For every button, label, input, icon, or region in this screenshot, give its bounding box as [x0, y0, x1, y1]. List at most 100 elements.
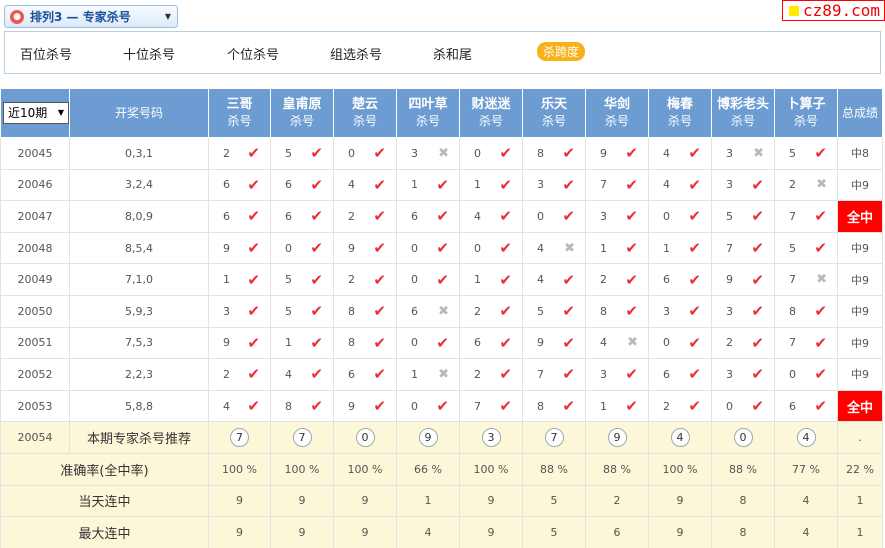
expert-sub-label: 杀号 — [289, 114, 314, 128]
check-icon: ✔ — [436, 175, 449, 194]
expert-name: 博彩老头 — [716, 97, 769, 112]
kill-cell: 2 ✔ — [585, 263, 649, 296]
menu-item-span[interactable]: 杀跨度 — [537, 42, 586, 61]
menu-item-hundreds[interactable]: 百位杀号 — [20, 44, 72, 63]
kill-cell: 6 ✔ — [208, 200, 271, 233]
kill-number: 4 — [663, 178, 670, 192]
kill-cell: 9 ✔ — [711, 263, 775, 296]
period-cell: 20053 — [0, 389, 70, 423]
expert-name: 梅春 — [666, 97, 693, 112]
kill-number: 5 — [789, 146, 796, 160]
stat-cell: 100 % — [459, 452, 523, 486]
recommend-number: 4 — [670, 428, 690, 448]
expert-header: 乐天 杀号 — [522, 88, 586, 138]
kill-number: 7 — [537, 367, 544, 381]
kill-cell: 5 ✔ — [774, 137, 838, 170]
period-cell: 20051 — [0, 326, 70, 360]
stat-cell: 6 — [585, 516, 649, 548]
draw-cell: 5,9,3 — [69, 294, 209, 328]
kill-cell: 1 ✔ — [396, 168, 460, 202]
kill-number: 9 — [537, 336, 544, 350]
expert-header: 梅春 杀号 — [648, 88, 712, 138]
kill-number: 2 — [348, 209, 355, 223]
check-icon: ✔ — [499, 333, 512, 352]
stat-label: 准确率(全中率) — [0, 452, 209, 486]
total-header: 总成绩 — [837, 88, 883, 138]
menu-item-tens[interactable]: 十位杀号 — [123, 44, 175, 63]
kill-cell: 7 ✖ — [774, 263, 838, 296]
check-icon: ✔ — [562, 270, 575, 289]
kill-cell: 6 ✔ — [774, 389, 838, 423]
kill-cell: 6 ✔ — [270, 200, 334, 233]
expert-header: 博彩老头 杀号 — [711, 88, 775, 138]
check-icon: ✔ — [499, 207, 512, 226]
kill-number: 5 — [285, 273, 292, 287]
table-row: 20048 8,5,4 9 ✔ 0 ✔ 9 ✔ 0 ✔ 0 ✔ 4 ✖ 1 ✔ 1 ✔ 7 ✔ 5 ✔ 中9 — [0, 231, 883, 265]
kill-number: 6 — [474, 336, 481, 350]
stat-cell: 9 — [648, 484, 712, 518]
menu-item-group[interactable]: 组选杀号 — [330, 44, 382, 63]
kill-cell: 5 ✔ — [270, 294, 334, 328]
kill-cell: 1 ✔ — [585, 231, 649, 265]
kill-cell: 6 ✔ — [208, 168, 271, 202]
check-icon: ✔ — [625, 397, 638, 416]
table-row: 20052 2,2,3 2 ✔ 4 ✔ 6 ✔ 1 ✖ 2 ✔ 7 ✔ 3 ✔ 6 ✔ 3 ✔ 0 ✔ 中9 — [0, 358, 883, 391]
expert-sub-label: 杀号 — [352, 114, 377, 128]
check-icon: ✔ — [373, 365, 386, 384]
check-icon: ✔ — [499, 365, 512, 384]
lottery-selector[interactable]: ● 排列3 — 专家杀号 ▼ — [4, 5, 178, 28]
menu-item-units[interactable]: 个位杀号 — [227, 44, 279, 63]
expert-header: 皇甫原 杀号 — [270, 88, 334, 138]
kill-cell: 6 ✖ — [396, 294, 460, 328]
kill-cell: 0 ✔ — [648, 200, 712, 233]
check-icon: ✔ — [814, 144, 827, 163]
period-cell: 20050 — [0, 294, 70, 328]
kill-cell: 5 ✔ — [774, 231, 838, 265]
recommend-row: 20054 本期专家杀号推荐 7 7 0 9 3 7 9 4 0 4. — [0, 421, 883, 454]
kill-number: 3 — [663, 304, 670, 318]
kill-number: 6 — [663, 367, 670, 381]
expert-name: 乐天 — [540, 97, 567, 112]
stat-cell: 9 — [270, 516, 334, 548]
recommend-number: 9 — [418, 428, 438, 448]
kill-type-menu: 百位杀号 十位杀号 个位杀号 组选杀号 杀和尾 杀跨度 — [4, 31, 881, 74]
kill-number: 5 — [285, 146, 292, 160]
cross-icon: ✖ — [438, 145, 449, 161]
stat-cell: 66 % — [396, 452, 460, 486]
kill-cell: 9 ✔ — [208, 231, 271, 265]
check-icon: ✔ — [688, 365, 701, 384]
kill-cell: 1 ✔ — [585, 389, 649, 423]
total-cell: 全中 — [837, 200, 883, 233]
kill-number: 3 — [223, 304, 230, 318]
kill-number: 4 — [663, 146, 670, 160]
check-icon: ✔ — [751, 239, 764, 258]
stat-label: 最大连中 — [0, 516, 209, 548]
recommend-number: 3 — [481, 428, 501, 448]
site-logo[interactable]: cz89.com — [782, 0, 885, 21]
check-icon: ✔ — [310, 333, 323, 352]
kill-cell: 7 ✔ — [522, 358, 586, 391]
period-select[interactable]: 近10期 ▼ — [3, 102, 69, 124]
kill-cell: 6 ✔ — [648, 358, 712, 391]
period-header: 近10期 ▼ — [0, 88, 70, 138]
kill-number: 4 — [600, 336, 607, 350]
kill-number: 2 — [223, 146, 230, 160]
kill-cell: 0 ✔ — [522, 200, 586, 233]
recommend-cell: 9 — [396, 421, 460, 454]
expert-header: 华剑 杀号 — [585, 88, 649, 138]
expert-sub-label: 杀号 — [478, 114, 503, 128]
stat-cell: 9 — [333, 516, 397, 548]
kill-cell: 0 ✔ — [333, 137, 397, 170]
period-cell: 20047 — [0, 200, 70, 233]
check-icon: ✔ — [688, 239, 701, 258]
kill-number: 6 — [348, 367, 355, 381]
kill-number: 8 — [789, 304, 796, 318]
kill-cell: 5 ✔ — [270, 263, 334, 296]
kill-cell: 3 ✖ — [711, 137, 775, 170]
menu-item-sum-tail[interactable]: 杀和尾 — [433, 44, 472, 63]
check-icon: ✔ — [814, 302, 827, 321]
recommend-number: 0 — [355, 428, 375, 448]
kill-cell: 4 ✔ — [648, 168, 712, 202]
check-icon: ✔ — [499, 270, 512, 289]
kill-cell: 6 ✔ — [648, 263, 712, 296]
